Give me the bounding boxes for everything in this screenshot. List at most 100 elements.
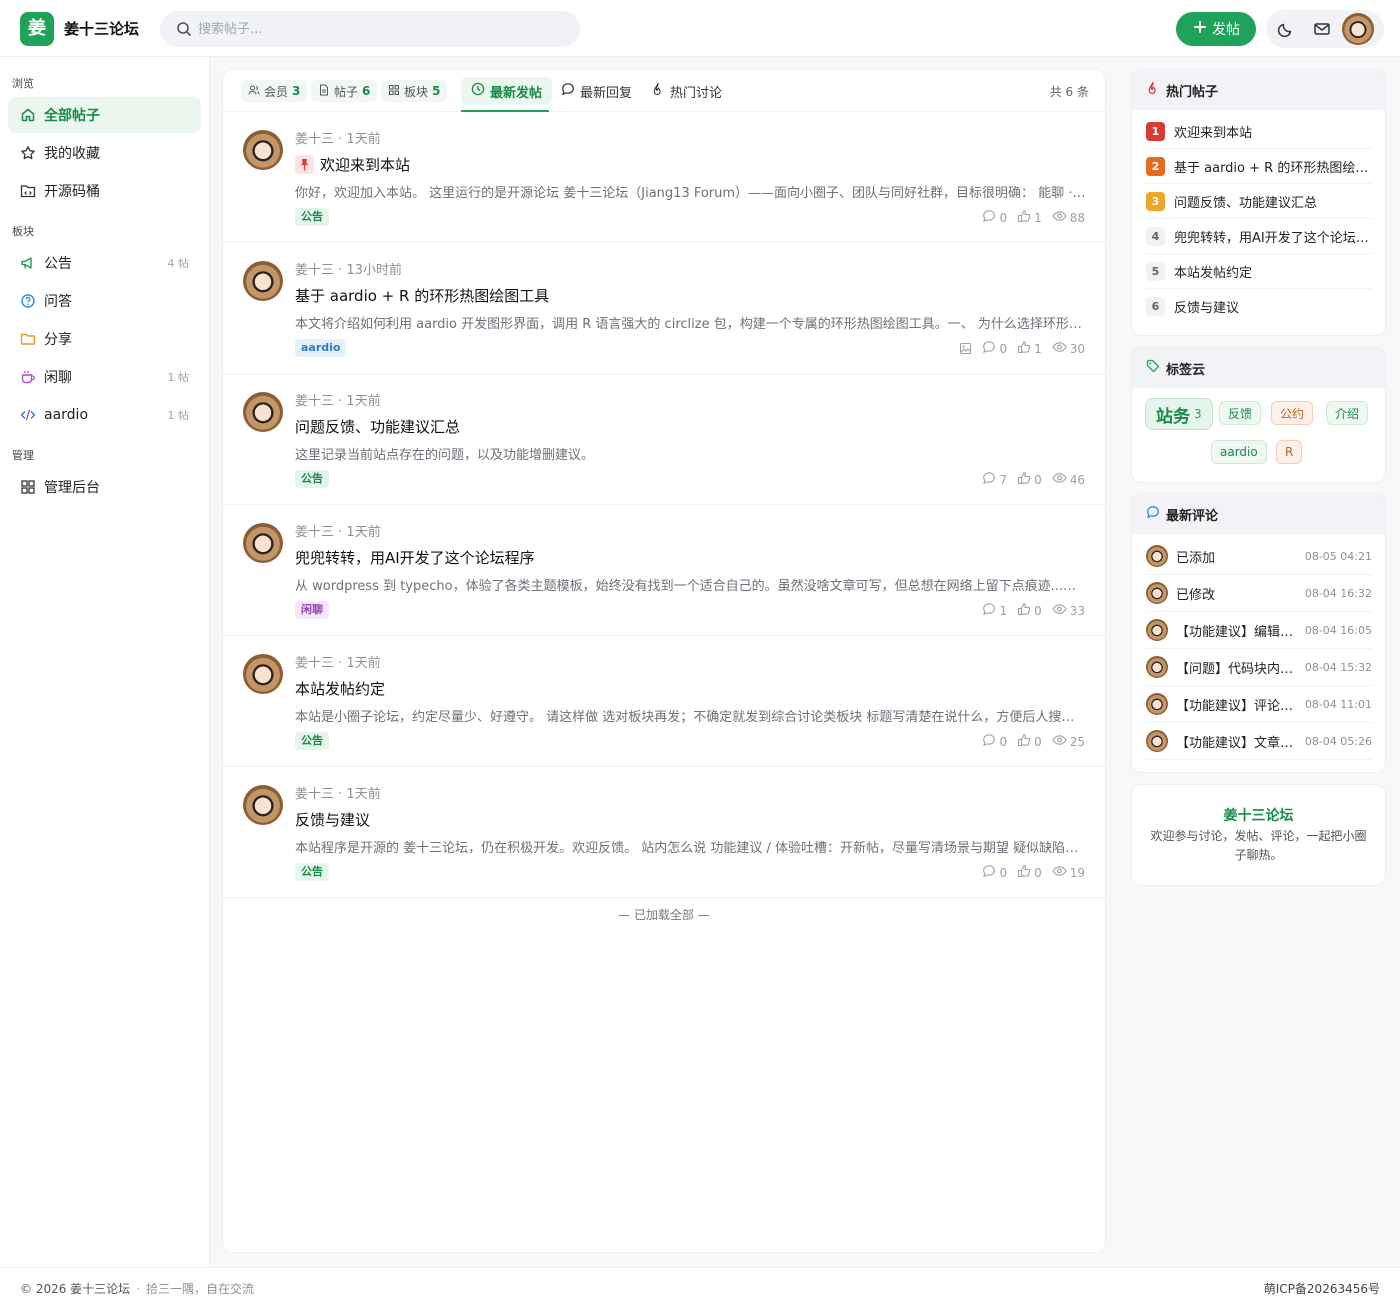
post-title[interactable]: 欢迎来到本站 bbox=[295, 154, 410, 175]
tab-latest-replies[interactable]: 最新回复 bbox=[551, 77, 642, 105]
author-avatar[interactable] bbox=[243, 392, 283, 432]
site-logo[interactable]: 姜 bbox=[20, 12, 54, 46]
new-post-button[interactable]: 发帖 bbox=[1176, 12, 1256, 46]
hot-post-item[interactable]: 6 反馈与建议 bbox=[1146, 289, 1372, 324]
comment-item[interactable]: 已添加 08-05 04:21 bbox=[1146, 538, 1372, 575]
post-author[interactable]: 姜十三 bbox=[295, 656, 334, 671]
hot-post-title: 兜兜转转，用AI开发了这个论坛程序 bbox=[1174, 230, 1372, 246]
mail-icon[interactable] bbox=[1312, 19, 1332, 43]
comment-item[interactable]: 已修改 08-04 16:32 bbox=[1146, 575, 1372, 612]
nav-item-announcements[interactable]: 公告 4 帖 bbox=[8, 245, 201, 281]
comment-item[interactable]: 【功能建议】文章目录 08-04 05:26 bbox=[1146, 723, 1372, 760]
author-avatar[interactable] bbox=[243, 130, 283, 170]
post-item[interactable]: 姜十三 · 1天前 欢迎来到本站 你好，欢迎加入本站。 这里运行的是开源论坛 姜… bbox=[223, 112, 1105, 243]
nav-item-qa[interactable]: 问答 bbox=[8, 283, 201, 319]
grid-icon bbox=[20, 479, 36, 495]
dark-mode-icon[interactable] bbox=[1276, 19, 1296, 43]
nav-item-all-posts[interactable]: 全部帖子 bbox=[8, 97, 201, 133]
post-tag[interactable]: aardio bbox=[295, 339, 347, 357]
post-item[interactable]: 姜十三 · 1天前 反馈与建议 本站程序是开源的 姜十三论坛，仍在积极开发。欢迎… bbox=[223, 767, 1105, 898]
comment-icon bbox=[982, 471, 996, 488]
cloud-tag[interactable]: 公约 bbox=[1271, 401, 1314, 425]
cloud-tag[interactable]: aardio bbox=[1211, 440, 1267, 464]
eye-icon bbox=[1052, 340, 1067, 357]
comment-time: 08-05 04:21 bbox=[1304, 549, 1372, 563]
eye-icon bbox=[1052, 209, 1067, 226]
author-avatar[interactable] bbox=[243, 654, 283, 694]
post-title[interactable]: 本站发帖约定 bbox=[295, 678, 385, 699]
nav-item-share[interactable]: 分享 bbox=[8, 321, 201, 357]
comment-item[interactable]: 【问题】代码块内容显示08-04 15:32 bbox=[1146, 649, 1372, 686]
total-count: 共 6 条 bbox=[1049, 85, 1089, 99]
tag-icon bbox=[1146, 359, 1160, 377]
post-item[interactable]: 姜十三 · 1天前 兜兜转转，用AI开发了这个论坛程序 从 wordpress … bbox=[223, 505, 1105, 636]
cloud-tag[interactable]: 介绍 bbox=[1326, 401, 1369, 425]
header-utilities bbox=[1266, 10, 1384, 48]
comment-item[interactable]: 【功能建议】评论区优化08-04 11:01 bbox=[1146, 686, 1372, 723]
tab-latest-posts[interactable]: 最新发帖 bbox=[461, 77, 553, 105]
nav-item-aardio[interactable]: aardio 1 帖 bbox=[8, 397, 201, 433]
footer-slogan: 拾三一隅，自在交流 bbox=[146, 1282, 255, 1296]
hot-post-item[interactable]: 5 本站发帖约定 bbox=[1146, 254, 1372, 289]
post-author[interactable]: 姜十三 bbox=[295, 394, 334, 409]
commenter-avatar bbox=[1146, 545, 1168, 567]
post-tag[interactable]: 公告 bbox=[295, 863, 329, 881]
views-stat: 19 bbox=[1052, 864, 1085, 881]
tab-bar: 会员 3 帖子 6 板块 5 最新发帖 最新回复 热门讨论 共 6 条 bbox=[223, 70, 1105, 112]
hot-post-item[interactable]: 2 基于 aardio + R 的环形热图绘图工具 bbox=[1146, 149, 1372, 184]
post-title[interactable]: 问题反馈、功能建议汇总 bbox=[295, 416, 460, 437]
post-meta: 姜十三 · 1天前 bbox=[295, 787, 381, 802]
comment-time: 08-04 16:32 bbox=[1304, 586, 1372, 600]
post-item[interactable]: 姜十三 · 1天前 问题反馈、功能建议汇总 这里记录当前站点存在的问题，以及功能… bbox=[223, 374, 1105, 505]
post-author[interactable]: 姜十三 bbox=[295, 263, 334, 278]
folder-icon bbox=[20, 331, 36, 347]
site-name[interactable]: 姜十三论坛 bbox=[64, 18, 139, 39]
author-avatar[interactable] bbox=[243, 261, 283, 301]
comment-text: 【功能建议】文章目录 bbox=[1176, 735, 1304, 751]
eye-icon bbox=[1052, 471, 1067, 488]
post-tag[interactable]: 公告 bbox=[295, 208, 329, 226]
tab-hot-discussions[interactable]: 热门讨论 bbox=[641, 77, 732, 105]
cloud-tag[interactable]: R bbox=[1276, 440, 1303, 464]
icp-link[interactable]: 萌ICP备20263456号 bbox=[1264, 1280, 1380, 1297]
search-input[interactable] bbox=[198, 11, 568, 47]
hot-post-item[interactable]: 3 问题反馈、功能建议汇总 bbox=[1146, 184, 1372, 219]
hot-posts-card: 热门帖子 1 欢迎来到本站 2 基于 aardio + R 的环形热图绘图工具 3 问题反… bbox=[1131, 69, 1386, 336]
post-tag[interactable]: 公告 bbox=[295, 732, 329, 750]
comment-text: 已添加 bbox=[1176, 550, 1216, 566]
hot-post-item[interactable]: 1 欢迎来到本站 bbox=[1146, 114, 1372, 149]
post-author[interactable]: 姜十三 bbox=[295, 787, 334, 802]
comment-item[interactable]: 【功能建议】编辑帖子 08-04 16:05 bbox=[1146, 612, 1372, 649]
author-avatar[interactable] bbox=[243, 523, 283, 563]
post-meta: 姜十三 · 1天前 bbox=[295, 656, 381, 671]
post-tag[interactable]: 闲聊 bbox=[295, 601, 329, 619]
post-item[interactable]: 姜十三 · 13小时前 基于 aardio + R 的环形热图绘图工具 本文将介… bbox=[223, 243, 1105, 374]
nav-item-admin-panel[interactable]: 管理后台 bbox=[8, 469, 201, 505]
nav-label: 开源码桶 bbox=[44, 184, 100, 200]
post-title[interactable]: 反馈与建议 bbox=[295, 809, 370, 830]
stat-boards: 板块 5 bbox=[381, 80, 448, 102]
nav-item-open-source[interactable]: 开源码桶 bbox=[8, 173, 201, 209]
hot-post-title: 本站发帖约定 bbox=[1174, 265, 1253, 281]
post-author[interactable]: 姜十三 bbox=[295, 132, 334, 147]
cloud-tag[interactable]: 反馈 bbox=[1219, 401, 1262, 425]
author-avatar[interactable] bbox=[243, 785, 283, 825]
hot-post-item[interactable]: 4 兜兜转转，用AI开发了这个论坛程序 bbox=[1146, 219, 1372, 254]
commenter-avatar bbox=[1146, 656, 1168, 678]
search-box[interactable] bbox=[160, 11, 580, 47]
post-excerpt: 本文将介绍如何利用 aardio 开发图形界面，调用 R 语言强大的 circl… bbox=[295, 317, 1087, 332]
nav-item-chat[interactable]: 闲聊 1 帖 bbox=[8, 359, 201, 395]
post-item[interactable]: 姜十三 · 1天前 本站发帖约定 本站是小圈子论坛，约定尽量少、好遵守。 请这样… bbox=[223, 636, 1105, 767]
comment-time: 08-04 05:26 bbox=[1304, 734, 1372, 748]
user-avatar[interactable] bbox=[1342, 13, 1374, 45]
post-author[interactable]: 姜十三 bbox=[295, 525, 334, 540]
tag-main[interactable]: 站务 3 bbox=[1145, 398, 1213, 430]
nav-section-admin: 管理 bbox=[12, 449, 34, 462]
post-tag[interactable]: 公告 bbox=[295, 470, 329, 488]
comment-text: 已修改 bbox=[1176, 587, 1216, 603]
post-title[interactable]: 兜兜转转，用AI开发了这个论坛程序 bbox=[295, 547, 535, 568]
nav-item-favorites[interactable]: 我的收藏 bbox=[8, 135, 201, 171]
post-excerpt: 这里记录当前站点存在的问题，以及功能增删建议。 bbox=[295, 448, 595, 463]
post-title[interactable]: 基于 aardio + R 的环形热图绘图工具 bbox=[295, 285, 549, 306]
plus-icon bbox=[1192, 19, 1208, 39]
